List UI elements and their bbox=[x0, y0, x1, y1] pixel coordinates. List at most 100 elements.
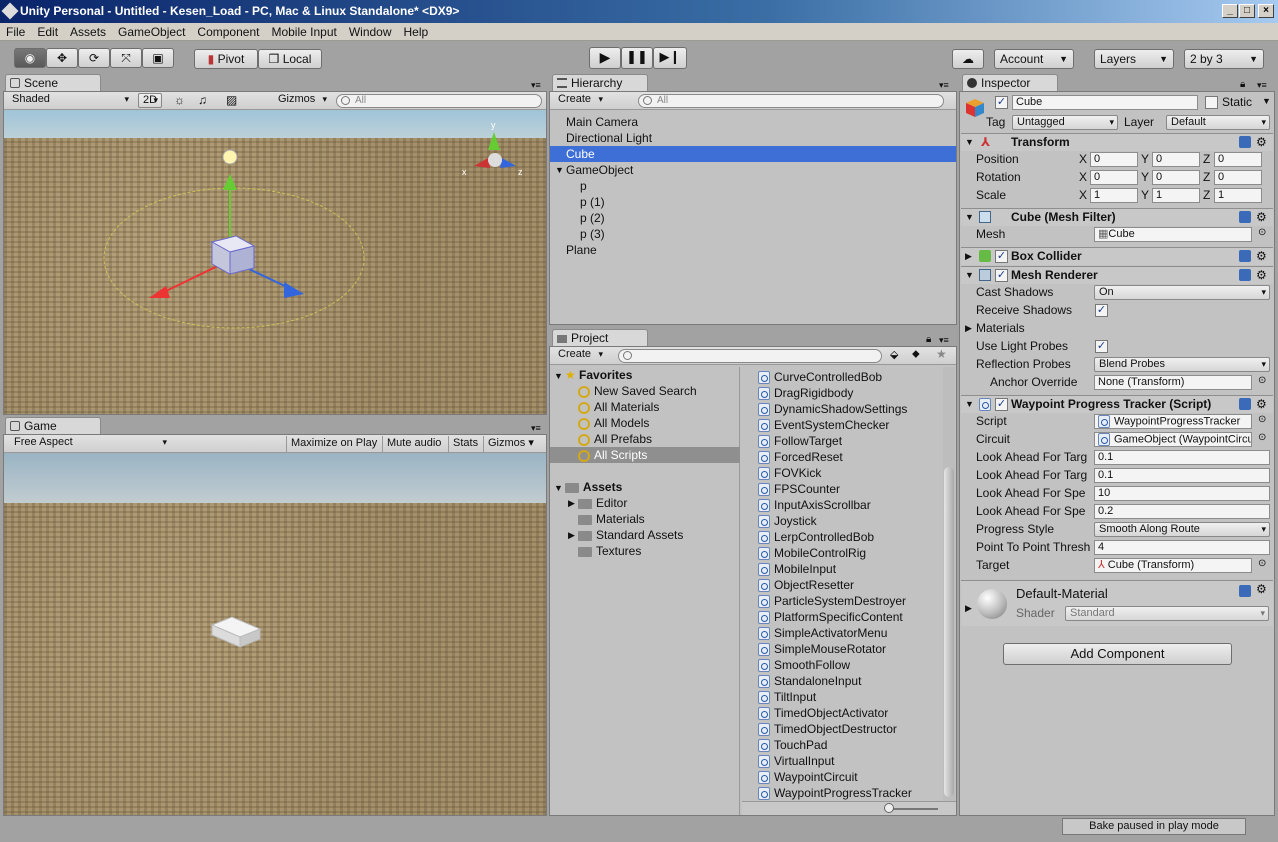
menu-edit[interactable]: Edit bbox=[31, 23, 64, 39]
script-asset-item[interactable]: SimpleMouseRotator bbox=[758, 641, 886, 657]
hierarchy-item[interactable]: ▼ GameObject bbox=[550, 162, 956, 178]
transform-y-field[interactable]: 0 bbox=[1152, 152, 1200, 167]
game-viewport[interactable] bbox=[4, 453, 546, 815]
rotate-tool-button[interactable]: ⟳ bbox=[78, 48, 110, 68]
foldout-collapsed-icon[interactable]: ▶ bbox=[568, 495, 575, 511]
script-asset-item[interactable]: TimedObjectActivator bbox=[758, 705, 888, 721]
transform-x-field[interactable]: 0 bbox=[1090, 170, 1138, 185]
panel-menu-icon[interactable]: ▾≡ bbox=[531, 80, 541, 91]
minimize-button[interactable]: _ bbox=[1222, 4, 1238, 18]
toggle-2d-button[interactable]: 2D bbox=[138, 93, 162, 108]
help-icon[interactable] bbox=[1239, 136, 1251, 148]
script-asset-item[interactable]: MobileInput bbox=[758, 561, 836, 577]
scene-gizmos-dropdown[interactable]: Gizmos bbox=[274, 93, 330, 108]
mesh-renderer-enabled-checkbox[interactable]: ✓ bbox=[995, 269, 1008, 282]
stats-toggle[interactable]: Stats bbox=[448, 436, 482, 452]
transform-x-field[interactable]: 0 bbox=[1090, 152, 1138, 167]
filter-type-icon[interactable]: ⬙ bbox=[890, 348, 898, 361]
scene-viewport[interactable]: y x z bbox=[4, 110, 546, 414]
hierarchy-item[interactable]: p bbox=[550, 178, 956, 194]
menu-assets[interactable]: Assets bbox=[64, 23, 112, 39]
transform-z-field[interactable]: 0 bbox=[1214, 152, 1262, 167]
step-button[interactable]: ▶❙ bbox=[653, 47, 687, 69]
panel-menu-icon[interactable]: ▾≡ bbox=[939, 335, 949, 346]
materials-label[interactable]: Materials bbox=[976, 320, 1025, 336]
add-component-button[interactable]: Add Component bbox=[1003, 643, 1232, 665]
move-tool-button[interactable]: ✥ bbox=[46, 48, 78, 68]
script-asset-item[interactable]: EventSystemChecker bbox=[758, 417, 889, 433]
mesh-filter-header[interactable]: ▼ Cube (Mesh Filter) ⚙ bbox=[961, 208, 1273, 226]
gear-icon[interactable]: ⚙ bbox=[1256, 209, 1267, 226]
transform-x-field[interactable]: 1 bbox=[1090, 188, 1138, 203]
asset-folder-item[interactable]: Textures bbox=[550, 543, 740, 559]
object-picker-icon[interactable]: ⊙ bbox=[1258, 558, 1266, 569]
transform-z-field[interactable]: 0 bbox=[1214, 170, 1262, 185]
hierarchy-search-input[interactable]: All bbox=[638, 94, 944, 108]
gear-icon[interactable]: ⚙ bbox=[1256, 396, 1267, 413]
gear-icon[interactable]: ⚙ bbox=[1256, 267, 1267, 284]
anchor-override-field[interactable]: None (Transform) bbox=[1094, 375, 1252, 390]
hierarchy-item[interactable]: Cube bbox=[550, 146, 956, 162]
cast-shadows-dropdown[interactable]: On bbox=[1094, 285, 1270, 300]
shading-mode-dropdown[interactable]: Shaded bbox=[8, 93, 132, 108]
project-scrollbar[interactable] bbox=[943, 367, 955, 801]
transform-component-header[interactable]: ▼ ⅄ Transform ⚙ bbox=[961, 133, 1273, 151]
light-probes-checkbox[interactable]: ✓ bbox=[1095, 340, 1108, 353]
help-icon[interactable] bbox=[1239, 211, 1251, 223]
effects-toggle-icon[interactable]: ▨ bbox=[226, 93, 237, 107]
object-picker-icon[interactable]: ⊙ bbox=[1258, 414, 1266, 425]
layer-dropdown[interactable]: Default bbox=[1166, 115, 1270, 130]
panel-menu-icon[interactable]: ▾≡ bbox=[939, 80, 949, 91]
foldout-icon[interactable]: ▼ bbox=[965, 267, 974, 284]
help-icon[interactable] bbox=[1239, 269, 1251, 281]
tab-game[interactable]: Game bbox=[5, 417, 101, 435]
gear-icon[interactable]: ⚙ bbox=[1256, 582, 1267, 596]
cloud-button[interactable]: ☁ bbox=[952, 49, 984, 69]
favorite-star-icon[interactable]: ★ bbox=[936, 347, 947, 361]
local-toggle[interactable]: ❒ Local bbox=[258, 49, 322, 69]
foldout-collapsed-icon[interactable]: ▶ bbox=[965, 323, 972, 334]
favorites-header[interactable]: ▼ ★ Favorites bbox=[550, 367, 740, 383]
foldout-icon[interactable]: ▼ bbox=[965, 396, 974, 413]
hierarchy-item[interactable]: Plane bbox=[550, 242, 956, 258]
script-asset-item[interactable]: FPSCounter bbox=[758, 481, 840, 497]
object-name-field[interactable]: Cube bbox=[1012, 95, 1198, 110]
menu-gameobject[interactable]: GameObject bbox=[112, 23, 191, 39]
lock-icon[interactable]: 🔒︎ bbox=[926, 334, 931, 345]
pivot-toggle[interactable]: ▮ Pivot bbox=[194, 49, 258, 69]
foldout-collapsed-icon[interactable]: ▶ bbox=[965, 603, 972, 614]
script-asset-item[interactable]: MobileControlRig bbox=[758, 545, 866, 561]
project-scrollbar-thumb[interactable] bbox=[944, 467, 954, 797]
maximize-on-play-toggle[interactable]: Maximize on Play bbox=[286, 436, 381, 452]
scale-tool-button[interactable]: ⤧ bbox=[110, 48, 142, 68]
account-dropdown[interactable]: Account ▼ bbox=[994, 49, 1074, 69]
gear-icon[interactable]: ⚙ bbox=[1256, 248, 1267, 265]
object-picker-icon[interactable]: ⊙ bbox=[1258, 227, 1266, 238]
hierarchy-item[interactable]: Directional Light bbox=[550, 130, 956, 146]
look-ahead-target-factor-field[interactable]: 0.1 bbox=[1094, 468, 1270, 483]
favorite-item[interactable]: All Scripts bbox=[550, 447, 740, 463]
script-asset-item[interactable]: FOVKick bbox=[758, 465, 821, 481]
mesh-field[interactable]: ▦Cube bbox=[1094, 227, 1252, 242]
tab-project[interactable]: Project bbox=[552, 329, 648, 347]
progress-style-dropdown[interactable]: Smooth Along Route bbox=[1094, 522, 1270, 537]
layout-dropdown[interactable]: 2 by 3 ▼ bbox=[1184, 49, 1264, 69]
aspect-dropdown[interactable]: Free Aspect bbox=[10, 436, 170, 451]
object-picker-icon[interactable]: ⊙ bbox=[1258, 375, 1266, 386]
menu-component[interactable]: Component bbox=[191, 23, 265, 39]
tag-dropdown[interactable]: Untagged bbox=[1012, 115, 1118, 130]
target-field[interactable]: ⅄ Cube (Transform) bbox=[1094, 558, 1252, 573]
filter-label-icon[interactable]: ⬥ bbox=[912, 348, 920, 361]
receive-shadows-checkbox[interactable]: ✓ bbox=[1095, 304, 1108, 317]
script-asset-item[interactable]: ParticleSystemDestroyer bbox=[758, 593, 906, 609]
layers-dropdown[interactable]: Layers ▼ bbox=[1094, 49, 1174, 69]
project-search-input[interactable] bbox=[618, 349, 882, 363]
tab-inspector[interactable]: Inspector bbox=[962, 74, 1058, 92]
pause-button[interactable]: ❚❚ bbox=[621, 47, 653, 69]
asset-folder-item[interactable]: ▶ Editor bbox=[550, 495, 740, 511]
mesh-renderer-header[interactable]: ▼ ✓ Mesh Renderer ⚙ bbox=[961, 266, 1273, 284]
lighting-toggle-icon[interactable]: ☼ bbox=[174, 93, 185, 107]
static-checkbox[interactable] bbox=[1205, 96, 1218, 109]
box-collider-enabled-checkbox[interactable]: ✓ bbox=[995, 250, 1008, 263]
favorite-item[interactable]: All Prefabs bbox=[550, 431, 740, 447]
